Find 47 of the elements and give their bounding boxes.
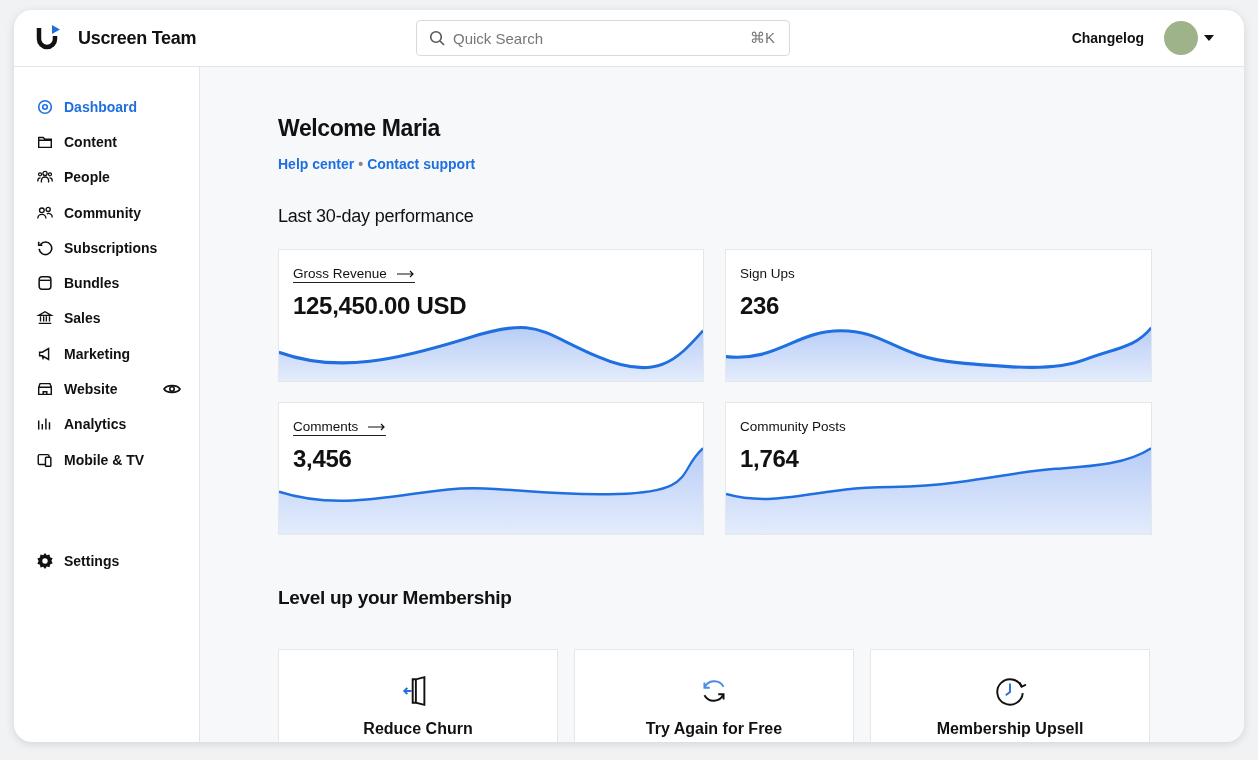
section-heading: Level up your Membership [278,587,513,609]
feature-card[interactable]: Reduce Churn [278,649,558,742]
section-heading: Last 30-day performance [278,206,475,227]
stat-value: 1,764 [740,445,800,473]
sidebar-item[interactable]: Website [36,371,181,407]
sidebar-item[interactable]: Settings [36,543,181,579]
stat-value: 236 [740,292,781,320]
sidebar-item[interactable]: Community [36,194,181,231]
changelog-link[interactable]: Changelog [1071,30,1144,46]
sidebar-item[interactable]: Content [36,124,181,160]
gauge-icon [36,97,54,116]
stat-value: 125,450.00 USD [293,292,468,320]
arrow-icon [368,422,387,431]
help-center-link[interactable]: Help center [278,156,355,172]
feature-card[interactable]: Membership Upsell [870,649,1150,742]
sidebar-item[interactable]: Marketing [36,336,181,372]
feature-title: Membership Upsell [936,720,1084,738]
box-icon [36,274,54,293]
welcome-heading: Welcome Maria [278,115,442,142]
refresh-icon [36,238,54,257]
stat-value: 3,456 [293,445,353,473]
stat-link[interactable]: Comments [293,419,387,436]
settings-icon [36,551,54,570]
feature-title: Reduce Churn [363,720,473,738]
sidebar-item[interactable]: Sales [36,300,181,337]
separator: • [358,156,364,172]
stat-link[interactable]: Gross Revenue [293,266,415,283]
arrow-icon [396,269,415,278]
brand-name: Uscreen Team [78,27,197,49]
sidebar-item[interactable]: Mobile & TV [36,441,181,478]
logo-icon [36,25,62,51]
sidebar-item[interactable]: Dashboard [36,89,181,125]
contact-support-link[interactable]: Contact support [367,156,476,172]
sidebar-item[interactable]: Bundles [36,265,181,301]
search-field[interactable]: Quick Search ⌘K [416,20,790,56]
eye-icon[interactable] [163,382,181,396]
feature-title: Try Again for Free [645,720,783,738]
stat-label: Sign Ups [740,266,795,281]
stat-label: Community Posts [740,419,846,434]
caret-icon[interactable] [1204,35,1214,41]
sidebar-item[interactable]: Analytics [36,406,181,442]
sidebar-item[interactable]: Subscriptions [36,230,181,266]
search-icon [429,30,445,46]
sidebar-item[interactable]: People [36,159,181,195]
feature-card[interactable]: Try Again for Free [574,649,854,742]
shortcut-hint: ⌘K [750,29,775,47]
store-icon [36,380,54,398]
